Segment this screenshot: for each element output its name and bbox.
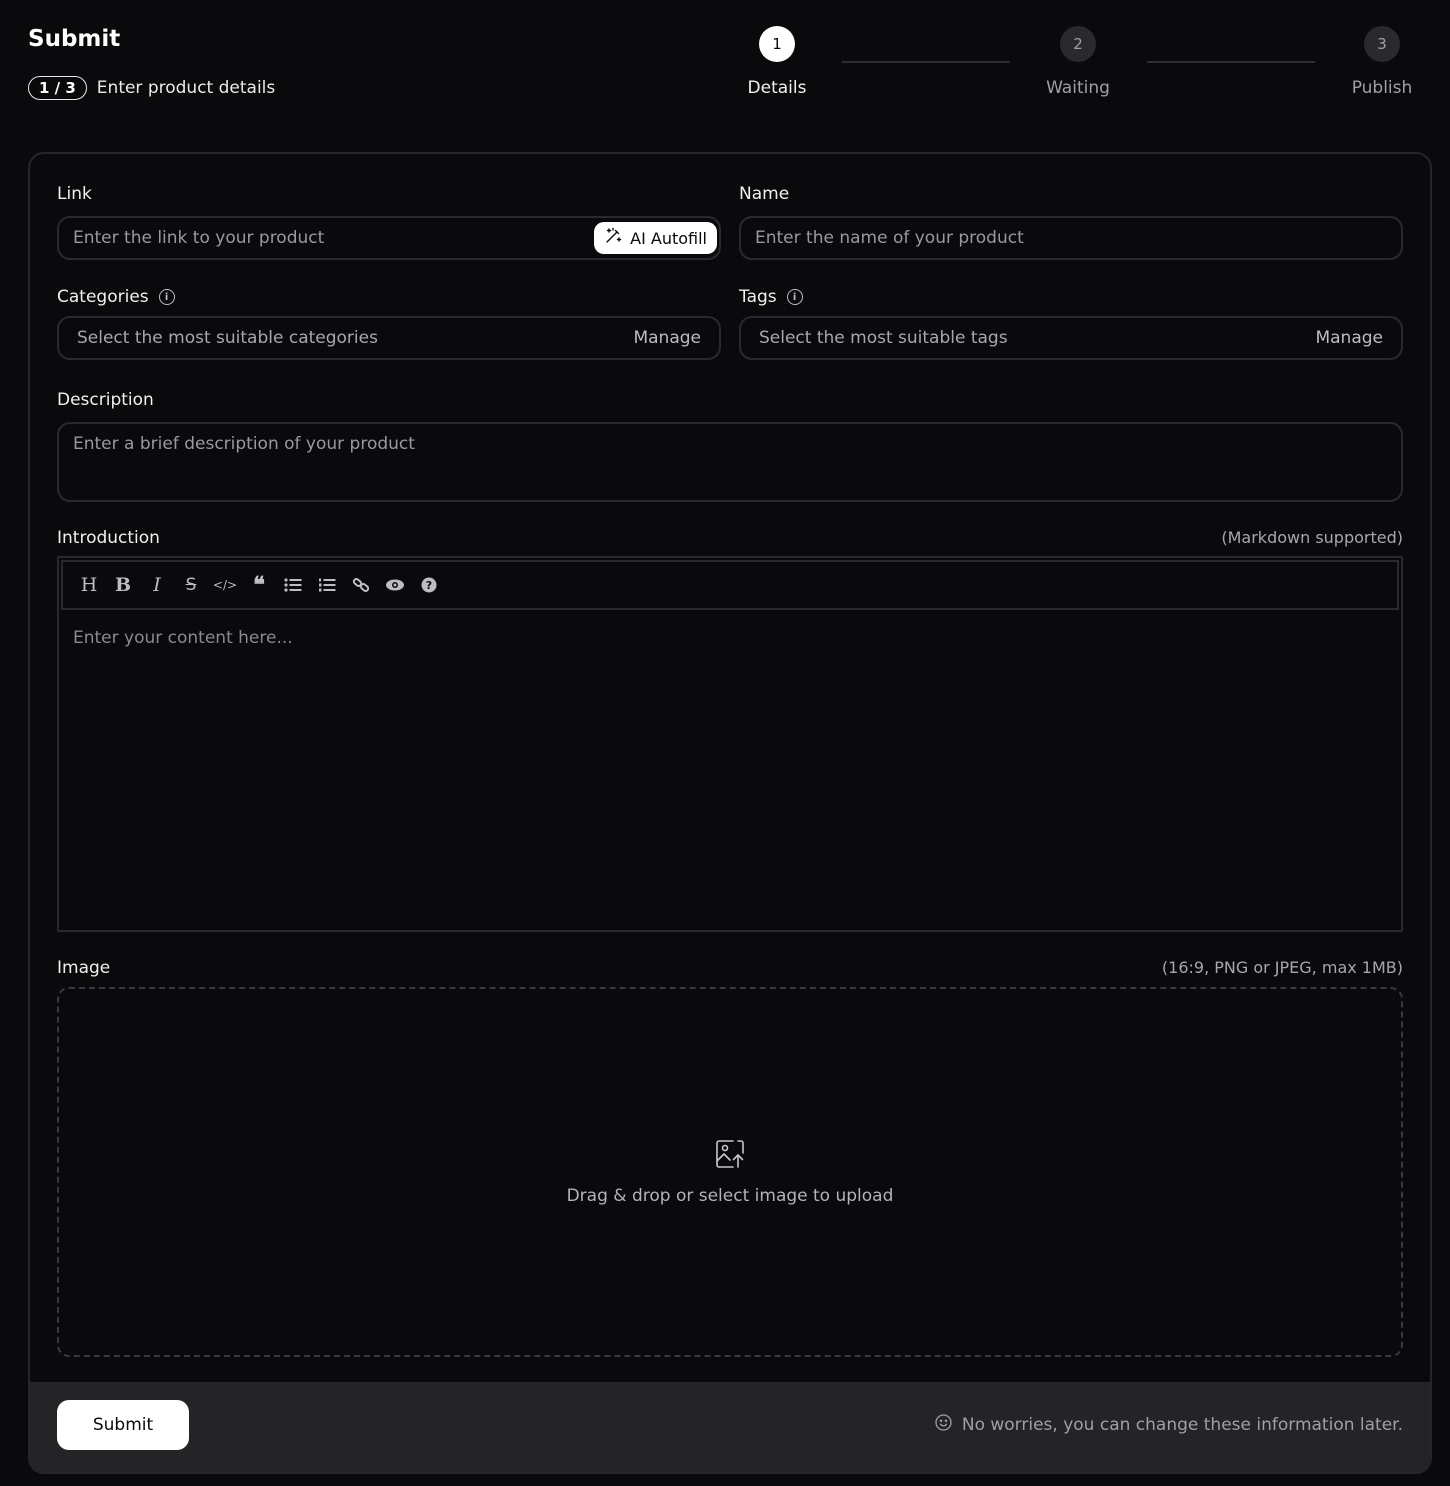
bold-icon[interactable]: B bbox=[113, 574, 133, 596]
introduction-label-text: Introduction bbox=[57, 528, 160, 548]
footer-note-text: No worries, you can change these informa… bbox=[961, 1415, 1403, 1435]
stepper: 1 Details 2 Waiting 3 Publish bbox=[740, 26, 1430, 106]
submit-page: Submit 1 / 3 Enter product details 1 Det… bbox=[0, 0, 1450, 1486]
svg-text:?: ? bbox=[426, 579, 432, 592]
name-input[interactable] bbox=[755, 228, 1387, 248]
step-number: 1 bbox=[759, 26, 795, 62]
editor-toolbar: H B I S </> ❝ ? bbox=[61, 560, 1399, 610]
step-details: 1 Details bbox=[737, 26, 817, 98]
markdown-hint: (Markdown supported) bbox=[1221, 528, 1403, 547]
image-upload-icon bbox=[714, 1138, 746, 1174]
tags-select[interactable]: Select the most suitable tags Manage bbox=[739, 316, 1403, 360]
description-label-text: Description bbox=[57, 390, 154, 410]
tags-placeholder: Select the most suitable tags bbox=[759, 328, 1008, 348]
unordered-list-icon[interactable] bbox=[283, 575, 303, 595]
info-icon[interactable]: i bbox=[158, 289, 175, 305]
step-badge: 1 / 3 bbox=[28, 76, 87, 100]
ai-autofill-label: AI Autofill bbox=[630, 228, 707, 248]
form-footer: Submit No worries, you can change these … bbox=[30, 1382, 1430, 1472]
info-icon[interactable]: i bbox=[786, 289, 803, 305]
code-icon[interactable]: </> bbox=[213, 575, 237, 595]
step-label: Publish bbox=[1351, 78, 1413, 98]
ordered-list-icon[interactable] bbox=[317, 575, 337, 595]
smile-icon bbox=[935, 1414, 952, 1436]
categories-select[interactable]: Select the most suitable categories Mana… bbox=[57, 316, 721, 360]
strikethrough-icon[interactable]: S bbox=[181, 575, 201, 595]
dropzone-text: Drag & drop or select image to upload bbox=[566, 1186, 894, 1206]
introduction-label: Introduction bbox=[57, 528, 160, 548]
step-publish: 3 Publish bbox=[1342, 26, 1422, 98]
step-connector bbox=[842, 61, 1010, 63]
link-field[interactable]: AI Autofill bbox=[57, 216, 721, 260]
description-placeholder: Enter a brief description of your produc… bbox=[73, 434, 415, 454]
step-number: 3 bbox=[1364, 26, 1400, 62]
step-number: 2 bbox=[1060, 26, 1096, 62]
italic-icon[interactable]: I bbox=[147, 574, 167, 596]
ai-autofill-button[interactable]: AI Autofill bbox=[594, 222, 717, 254]
introduction-editor[interactable]: H B I S </> ❝ ? Enter your content here.… bbox=[57, 556, 1403, 932]
preview-icon[interactable] bbox=[385, 575, 405, 595]
manage-tags-button[interactable]: Manage bbox=[1315, 328, 1383, 348]
name-field[interactable] bbox=[739, 216, 1403, 260]
step-waiting: 2 Waiting bbox=[1038, 26, 1118, 98]
magic-wand-icon bbox=[604, 227, 622, 249]
tags-label: Tags i bbox=[739, 287, 803, 307]
image-label: Image bbox=[57, 958, 110, 978]
image-hint: (16:9, PNG or JPEG, max 1MB) bbox=[1161, 958, 1403, 977]
image-label-text: Image bbox=[57, 958, 111, 978]
link-label-text: Link bbox=[57, 184, 92, 204]
submit-form-card: Link AI Autofill Name bbox=[28, 152, 1432, 1474]
introduction-placeholder: Enter your content here... bbox=[73, 628, 293, 648]
heading-icon[interactable]: H bbox=[79, 574, 99, 596]
manage-categories-button[interactable]: Manage bbox=[633, 328, 701, 348]
categories-label: Categories i bbox=[57, 287, 175, 307]
step-label: Waiting bbox=[1046, 78, 1110, 98]
link-icon[interactable] bbox=[351, 575, 371, 595]
quote-icon[interactable]: ❝ bbox=[249, 572, 269, 598]
page-title: Submit bbox=[28, 26, 121, 52]
help-icon[interactable]: ? bbox=[419, 575, 439, 595]
link-label: Link bbox=[57, 184, 92, 204]
name-label-text: Name bbox=[739, 184, 790, 204]
image-dropzone[interactable]: Drag & drop or select image to upload bbox=[57, 987, 1403, 1357]
step-connector bbox=[1147, 61, 1315, 63]
name-label: Name bbox=[739, 184, 789, 204]
description-textarea[interactable]: Enter a brief description of your produc… bbox=[57, 422, 1403, 502]
step-label: Details bbox=[747, 78, 807, 98]
categories-placeholder: Select the most suitable categories bbox=[77, 328, 378, 348]
categories-label-text: Categories bbox=[57, 287, 149, 307]
step-description: Enter product details bbox=[96, 78, 276, 98]
tags-label-text: Tags bbox=[739, 287, 777, 307]
submit-button[interactable]: Submit bbox=[57, 1400, 189, 1450]
footer-note: No worries, you can change these informa… bbox=[935, 1414, 1403, 1436]
step-indicator: 1 / 3 Enter product details bbox=[28, 76, 275, 100]
description-label: Description bbox=[57, 390, 154, 410]
